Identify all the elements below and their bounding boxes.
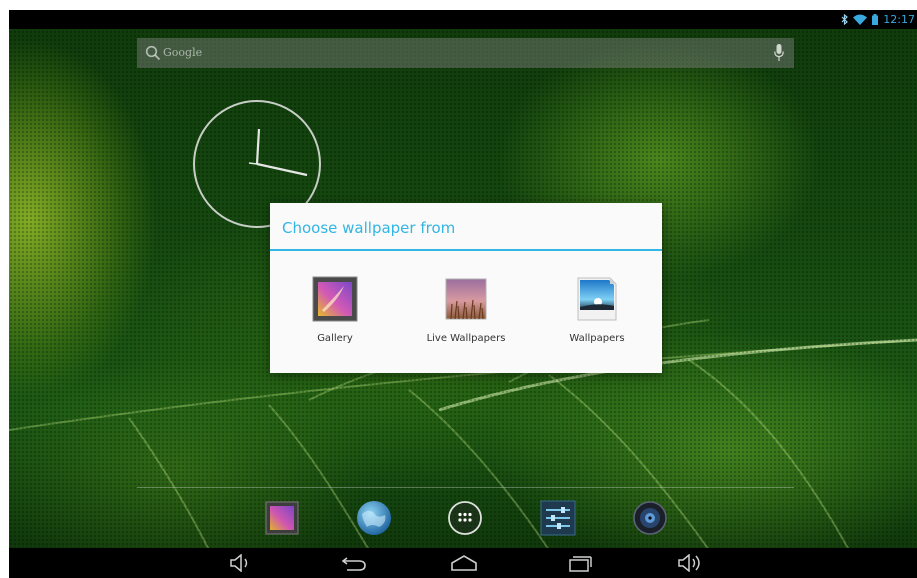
- gallery-icon: [312, 276, 358, 322]
- gallery-option[interactable]: Gallery: [270, 251, 400, 373]
- option-label: Wallpapers: [569, 333, 625, 344]
- music-app-icon[interactable]: [631, 499, 669, 537]
- back-icon[interactable]: [329, 548, 379, 578]
- hour-hand: [255, 128, 261, 165]
- home-icon[interactable]: [439, 548, 489, 578]
- wallpapers-icon: [574, 276, 620, 322]
- bluetooth-icon: [841, 14, 849, 25]
- status-bar: 12:17: [9, 10, 917, 29]
- all-apps-icon[interactable]: [446, 499, 484, 537]
- live-wallpapers-icon: [443, 276, 489, 322]
- settings-app-icon[interactable]: [539, 499, 577, 537]
- dock-divider: [137, 487, 794, 488]
- home-screen: 12:17 Google Choose wallpaper from Galle…: [9, 10, 917, 578]
- volume-up-icon[interactable]: [665, 548, 715, 578]
- status-time: 12:17: [883, 13, 915, 26]
- recent-apps-icon[interactable]: [555, 548, 605, 578]
- option-label: Live Wallpapers: [426, 333, 506, 344]
- wifi-icon: [853, 14, 868, 25]
- battery-icon: [872, 14, 879, 25]
- browser-globe-icon[interactable]: [355, 499, 393, 537]
- live-wallpapers-option[interactable]: Live Wallpapers: [401, 251, 531, 373]
- navigation-bar: [9, 548, 917, 578]
- wallpapers-option[interactable]: Wallpapers: [532, 251, 662, 373]
- dialog-title: Choose wallpaper from: [282, 219, 456, 237]
- google-search-bar[interactable]: Google: [137, 38, 794, 68]
- gallery-app-icon[interactable]: [263, 499, 301, 537]
- mic-icon[interactable]: [774, 44, 784, 66]
- volume-down-icon[interactable]: [215, 548, 265, 578]
- option-label: Gallery: [317, 333, 353, 344]
- minute-hand: [256, 162, 308, 177]
- wallpaper-source-options: Gallery Live Wallpapers Wallpapers: [270, 251, 662, 373]
- choose-wallpaper-dialog: Choose wallpaper from Gallery Live Wallp…: [270, 203, 662, 373]
- search-icon: [145, 45, 161, 65]
- search-hint: Google: [163, 46, 203, 59]
